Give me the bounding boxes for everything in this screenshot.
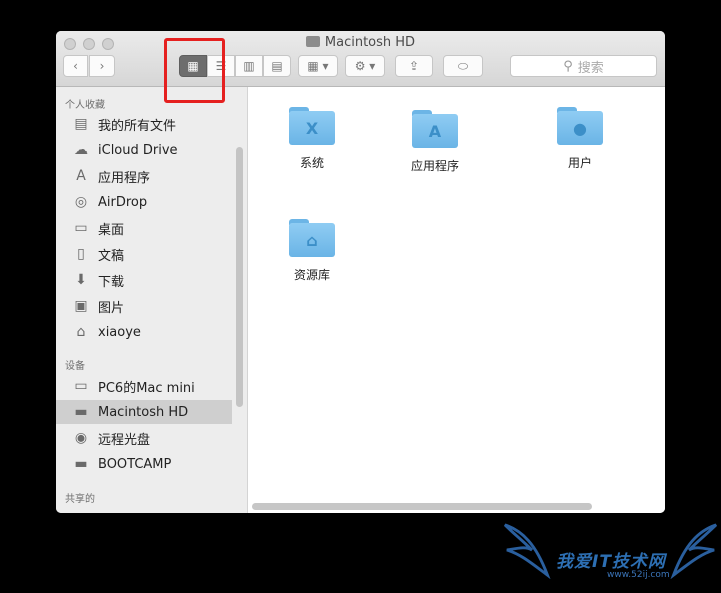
- user-badge-icon: ●: [557, 111, 603, 145]
- folder-label: 系统: [299, 156, 324, 170]
- folder-system[interactable]: X 系统: [272, 107, 352, 171]
- titlebar: Macintosh HD ‹ › ▦ ☰ ▥ ▤ ▦ ▾ ⚙ ▾ ⇪ ⬭ ⚲ 搜索: [56, 31, 665, 87]
- camera-icon: ▣: [74, 298, 88, 314]
- watermark: 我爱IT技术网 www.52ij.com: [503, 515, 718, 587]
- sidebar-item-label: PC6的Mac mini: [98, 380, 195, 396]
- folder-icon: ⌂: [289, 219, 335, 257]
- applications-badge-icon: A: [412, 114, 458, 148]
- library-badge-icon: ⌂: [289, 223, 335, 257]
- folder-library[interactable]: ⌂ 资源库: [272, 219, 352, 283]
- folder-icon: X: [289, 107, 335, 145]
- coverflow-view-button[interactable]: ▤: [263, 55, 291, 77]
- sidebar-item-label: AirDrop: [98, 194, 148, 210]
- sidebar-item-label: 我的所有文件: [98, 118, 177, 134]
- share-button[interactable]: ⇪: [395, 55, 433, 77]
- sidebar-item-icloud-drive[interactable]: ☁ iCloud Drive: [56, 138, 232, 162]
- columns-icon: ▥: [243, 59, 255, 73]
- folder-label: 用户: [567, 156, 592, 170]
- sidebar-item-label: iCloud Drive: [98, 142, 178, 158]
- sidebar-item-label: 桌面: [98, 222, 125, 238]
- horizontal-scrollbar[interactable]: [252, 503, 592, 510]
- arrange-button[interactable]: ▦ ▾: [298, 55, 338, 77]
- sidebar-item-label: BOOTCAMP: [98, 456, 172, 472]
- sidebar-item-mac-mini[interactable]: ▭ PC6的Mac mini: [56, 374, 232, 398]
- desktop-icon: ▭: [74, 220, 88, 236]
- sidebar-item-desktop[interactable]: ▭ 桌面: [56, 216, 232, 240]
- search-field[interactable]: ⚲ 搜索: [510, 55, 657, 77]
- folder-label: 应用程序: [410, 159, 459, 173]
- arrange-icon: ▦ ▾: [307, 59, 329, 73]
- forward-icon: ›: [99, 59, 105, 73]
- sidebar-item-documents[interactable]: ▯ 文稿: [56, 242, 232, 266]
- computer-icon: ▭: [74, 378, 88, 394]
- forward-button[interactable]: ›: [89, 55, 115, 77]
- watermark-url: www.52ij.com: [607, 570, 670, 580]
- sidebar-item-label: 下载: [98, 274, 125, 290]
- sidebar-item-home[interactable]: ⌂ xiaoye: [56, 320, 232, 344]
- favorites-header: 个人收藏: [65, 100, 105, 111]
- sidebar-item-all-my-files[interactable]: ▤ 我的所有文件: [56, 112, 232, 136]
- back-icon: ‹: [73, 59, 78, 73]
- sidebar-item-label: xiaoye: [98, 324, 141, 340]
- disc-icon: ◉: [74, 430, 88, 446]
- system-badge-icon: X: [289, 111, 335, 145]
- tag-button[interactable]: ⬭: [443, 55, 483, 77]
- action-button[interactable]: ⚙ ▾: [345, 55, 385, 77]
- search-placeholder: 搜索: [577, 60, 604, 76]
- folder-users[interactable]: ● 用户: [540, 107, 620, 171]
- hard-drive-icon: [305, 36, 320, 47]
- drive-icon: ▬: [74, 456, 88, 472]
- sidebar: 个人收藏 ▤ 我的所有文件 ☁ iCloud Drive A 应用程序 ◎ AirDro…: [56, 87, 248, 513]
- sidebar-item-applications[interactable]: A 应用程序: [56, 164, 232, 188]
- hard-drive-icon: ▬: [74, 404, 88, 420]
- sidebar-item-pictures[interactable]: ▣ 图片: [56, 294, 232, 318]
- sidebar-item-label: 图片: [98, 300, 125, 316]
- sidebar-item-label: Macintosh HD: [98, 404, 189, 420]
- download-icon: ⬇: [75, 272, 87, 288]
- back-button[interactable]: ‹: [63, 55, 88, 77]
- shared-header: 共享的: [65, 494, 95, 505]
- sidebar-item-label: 应用程序: [98, 170, 151, 186]
- applications-icon: A: [76, 168, 86, 184]
- all-files-icon: ▤: [74, 116, 88, 132]
- search-icon: ⚲: [563, 58, 573, 74]
- share-icon: ⇪: [408, 59, 420, 73]
- sidebar-item-downloads[interactable]: ⬇ 下载: [56, 268, 232, 292]
- cloud-icon: ☁: [74, 142, 88, 158]
- document-icon: ▯: [77, 246, 85, 262]
- folder-applications[interactable]: A 应用程序: [395, 110, 475, 174]
- folder-icon: A: [412, 110, 458, 148]
- finder-window: Macintosh HD ‹ › ▦ ☰ ▥ ▤ ▦ ▾ ⚙ ▾ ⇪ ⬭ ⚲ 搜索…: [56, 31, 665, 513]
- window-title: Macintosh HD: [56, 35, 665, 50]
- devices-header: 设备: [65, 361, 85, 372]
- left-wing-icon: [503, 523, 551, 579]
- sidebar-scrollbar[interactable]: [236, 147, 243, 407]
- gear-icon: ⚙ ▾: [354, 59, 376, 73]
- coverflow-icon: ▤: [271, 59, 283, 73]
- folder-icon: ●: [557, 107, 603, 145]
- window-title-text: Macintosh HD: [324, 35, 416, 50]
- annotation-highlight-box: [164, 38, 225, 103]
- airdrop-icon: ◎: [74, 194, 88, 210]
- sidebar-item-label: 文稿: [98, 248, 125, 264]
- sidebar-item-macintosh-hd[interactable]: ▬ Macintosh HD: [56, 400, 232, 424]
- sidebar-item-remote-disc[interactable]: ◉ 远程光盘: [56, 426, 232, 450]
- sidebar-item-airdrop[interactable]: ◎ AirDrop: [56, 190, 232, 214]
- sidebar-item-label: 远程光盘: [98, 432, 151, 448]
- folder-label: 资源库: [293, 268, 330, 282]
- sidebar-item-bootcamp[interactable]: ▬ BOOTCAMP: [56, 452, 232, 476]
- tag-icon: ⬭: [457, 58, 469, 73]
- file-browser: X 系统 A 应用程序 ● 用户 ⌂ 资源库: [249, 87, 665, 513]
- column-view-button[interactable]: ▥: [235, 55, 263, 77]
- watermark-text: 我爱IT技术网: [556, 552, 666, 572]
- home-icon: ⌂: [76, 324, 86, 340]
